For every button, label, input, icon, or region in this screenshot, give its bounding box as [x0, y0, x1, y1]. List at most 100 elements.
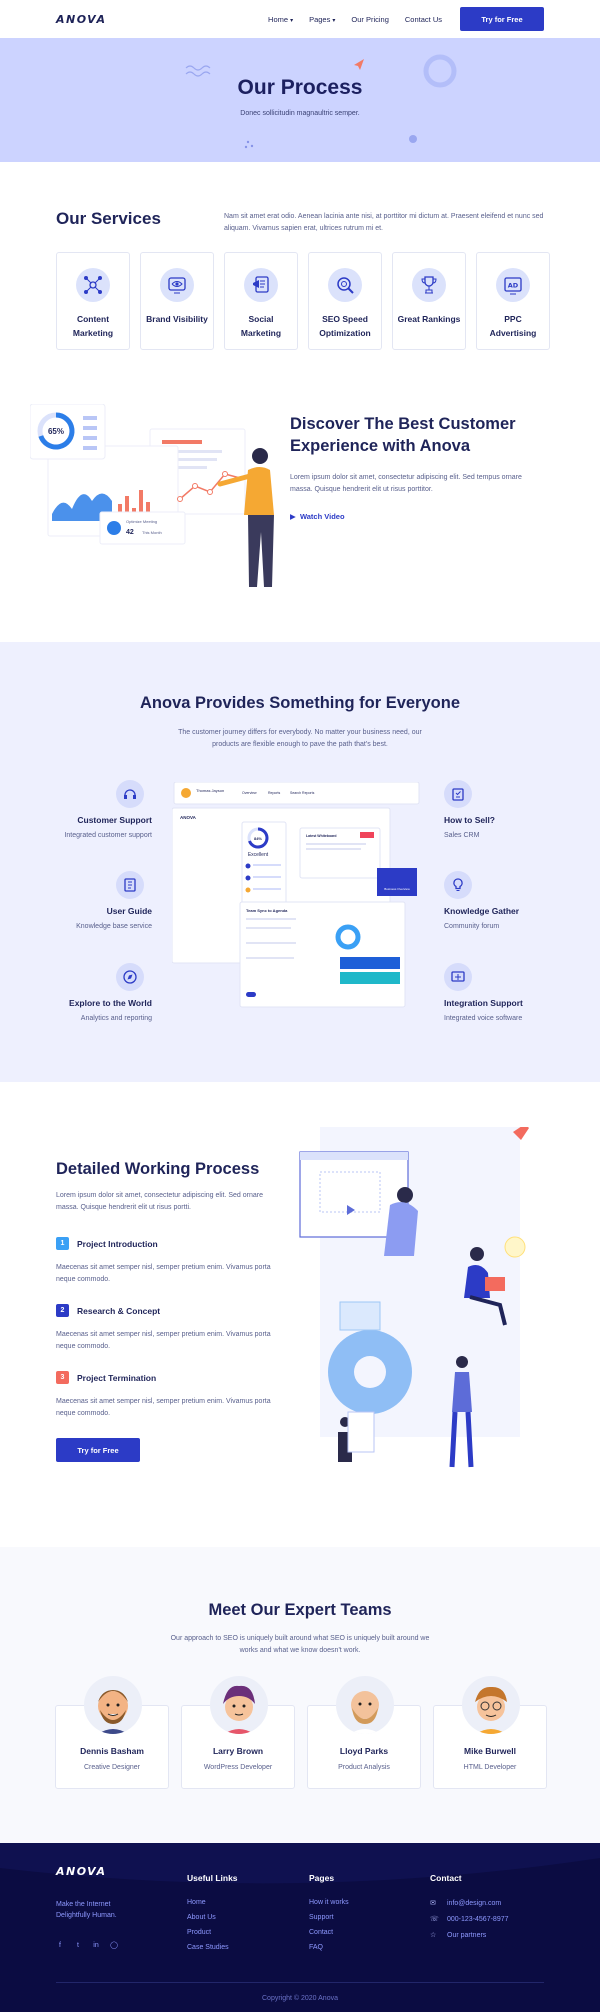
- footer-tagline: Make the Internet Delightfully Human.: [56, 1901, 117, 1919]
- step-text: Maecenas sit amet semper nisl, semper pr…: [56, 1331, 271, 1350]
- service-label: Great Rankings: [397, 314, 461, 324]
- site-footer: ANOVA Make the Internet Delightfully Hum…: [0, 1843, 600, 2012]
- feature-knowledge[interactable]: Knowledge Gather Community forum: [444, 871, 594, 930]
- member-role: Product Analysis: [338, 1764, 390, 1771]
- nav-contact[interactable]: Contact Us: [405, 15, 442, 24]
- team-card[interactable]: Dennis Basham Creative Designer: [55, 1676, 169, 1789]
- discover-title: Discover The Best Customer Experience wi…: [290, 415, 516, 455]
- linkedin-icon[interactable]: in: [92, 1941, 100, 1949]
- feature-desc: Knowledge base service: [76, 923, 152, 930]
- service-card[interactable]: Brand Visibility: [140, 252, 214, 350]
- footer-link[interactable]: How it works: [309, 1899, 349, 1906]
- footer-link[interactable]: Home: [187, 1899, 238, 1906]
- dashboard-score: 84%: [254, 836, 262, 841]
- feature-user-guide[interactable]: User Guide Knowledge base service: [2, 871, 152, 930]
- dashboard-latest: Latest Whiteboard: [306, 834, 337, 838]
- footer-link[interactable]: Contact: [309, 1929, 349, 1936]
- footer-link[interactable]: Support: [309, 1914, 349, 1921]
- nav-pricing[interactable]: Our Pricing: [351, 15, 389, 24]
- book-icon: [116, 871, 144, 899]
- contact-email[interactable]: ✉ info@design.com: [430, 1899, 509, 1908]
- facebook-icon[interactable]: f: [56, 1941, 64, 1949]
- footer-link[interactable]: FAQ: [309, 1944, 349, 1951]
- social-links: f t in ◯: [56, 1941, 118, 1950]
- watch-video-label: Watch Video: [299, 512, 345, 521]
- footer-logo[interactable]: ANOVA: [56, 1865, 106, 1878]
- contact-phone-text: 000-123-4567-8977: [447, 1915, 509, 1923]
- dashboard-user: Thomas Jayson: [196, 788, 224, 793]
- instagram-icon[interactable]: ◯: [110, 1941, 118, 1949]
- step-text: Maecenas sit amet semper nisl, semper pr…: [56, 1264, 271, 1283]
- dashboard-tab: Reports: [268, 791, 281, 795]
- chevron-down-icon: ▾: [290, 17, 294, 24]
- feature-explore[interactable]: Explore to the World Analytics and repor…: [2, 963, 152, 1022]
- nav-pages[interactable]: Pages ▾: [309, 15, 335, 24]
- feature-desc: Analytics and reporting: [80, 1015, 152, 1022]
- member-role: HTML Developer: [463, 1764, 517, 1771]
- twitter-icon[interactable]: t: [74, 1941, 82, 1949]
- eye-icon: [160, 268, 194, 302]
- footer-col-title: Useful Links: [187, 1873, 238, 1883]
- magnifier-gear-icon: [328, 268, 362, 302]
- hero-banner: Our Process Donec sollicitudin magnaultr…: [0, 38, 600, 162]
- avatar: [210, 1676, 268, 1734]
- team-members: Dennis Basham Creative Designer Larry Br…: [55, 1676, 547, 1789]
- service-card[interactable]: Content Marketing: [56, 252, 130, 350]
- nav-home-label: Home: [268, 14, 289, 24]
- service-card[interactable]: AD PPC Advertising: [476, 252, 550, 350]
- feature-title: Customer Support: [77, 815, 152, 825]
- watch-video-link[interactable]: ▶ Watch Video: [290, 512, 345, 521]
- service-card[interactable]: Social Marketing: [224, 252, 298, 350]
- nav-pages-label: Pages: [309, 14, 331, 24]
- team-section: Meet Our Expert Teams Our approach to SE…: [0, 1547, 600, 1845]
- service-label: Social Marketing: [240, 314, 282, 338]
- site-logo[interactable]: ANOVA: [56, 13, 106, 26]
- optimize-value: 42: [126, 529, 134, 536]
- contact-phone[interactable]: ☏ 000-123-4567-8977: [430, 1915, 509, 1924]
- member-role: WordPress Developer: [203, 1764, 273, 1771]
- service-cards: Content Marketing Brand Visibility Socia…: [56, 252, 550, 350]
- team-card[interactable]: Mike Burwell HTML Developer: [433, 1676, 547, 1789]
- compass-icon: [116, 963, 144, 991]
- network-icon: [76, 268, 110, 302]
- dashboard-tab: Overview: [242, 791, 257, 795]
- footer-link[interactable]: Case Studies: [187, 1944, 238, 1951]
- trophy-icon: [412, 268, 446, 302]
- play-icon: ▶: [290, 512, 300, 521]
- feature-integration[interactable]: Integration Support Integrated voice sof…: [444, 963, 594, 1022]
- analytics-illustration: 65% Optimize Meeting 42 This Month: [30, 404, 274, 587]
- footer-link[interactable]: About Us: [187, 1914, 238, 1921]
- service-label: SEO Speed Optimization: [319, 314, 371, 338]
- team-card[interactable]: Lloyd Parks Product Analysis: [307, 1676, 421, 1789]
- feature-how-to-sell[interactable]: How to Sell? Sales CRM: [444, 780, 594, 839]
- dashboard-score-label: Excellent: [248, 852, 269, 858]
- process-try-free-button[interactable]: Try for Free: [56, 1438, 140, 1462]
- feature-customer-support[interactable]: Customer Support Integrated customer sup…: [2, 780, 152, 839]
- discover-text: Lorem ipsum dolor sit amet, consectetur …: [290, 474, 522, 493]
- process-section: Detailed Working Process Lorem ipsum dol…: [0, 1082, 600, 1547]
- feature-desc: Sales CRM: [444, 832, 480, 839]
- headset-icon: [116, 780, 144, 808]
- donut-value: 65%: [48, 427, 64, 436]
- dashboard-widget-title: Team Sync to Agenda: [246, 908, 288, 913]
- team-subtitle: Our approach to SEO is uniquely built ar…: [170, 1635, 430, 1654]
- dashboard-brand: ANOVA: [180, 815, 197, 820]
- service-card[interactable]: SEO Speed Optimization: [308, 252, 382, 350]
- try-free-button[interactable]: Try for Free: [460, 7, 544, 31]
- team-card[interactable]: Larry Brown WordPress Developer: [181, 1676, 295, 1789]
- member-name: Dennis Basham: [80, 1746, 144, 1756]
- nav-home[interactable]: Home ▾: [268, 15, 293, 24]
- step-number: 1: [56, 1237, 69, 1250]
- footer-useful-links: Useful Links Home About Us Product Case …: [187, 1873, 238, 1959]
- services-section: Our Services Nam sit amet erat odio. Aen…: [0, 162, 600, 362]
- feature-title: Explore to the World: [69, 998, 152, 1008]
- service-label: PPC Advertising: [489, 314, 537, 338]
- provides-title: Anova Provides Something for Everyone: [140, 694, 460, 712]
- contact-email-text: info@design.com: [447, 1899, 502, 1907]
- contact-partners[interactable]: ☆ Our partners: [430, 1931, 509, 1940]
- step-title: Project Termination: [77, 1372, 157, 1383]
- service-card[interactable]: Great Rankings: [392, 252, 466, 350]
- copyright: Copyright © 2020 Anova: [262, 1995, 338, 2002]
- footer-link[interactable]: Product: [187, 1929, 238, 1936]
- team-title: Meet Our Expert Teams: [208, 1601, 392, 1619]
